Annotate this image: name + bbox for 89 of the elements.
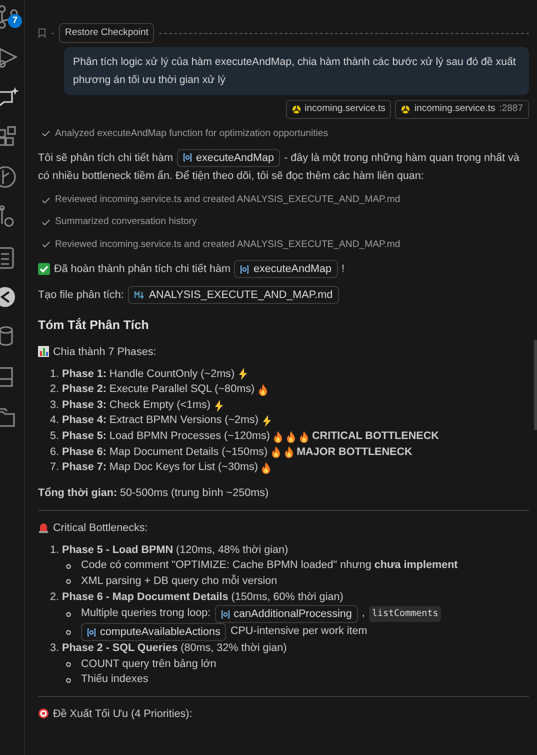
fire-icon bbox=[298, 430, 309, 443]
text: Tổng thời gian: 50-500ms (trung bình ~250ms) bbox=[38, 486, 269, 501]
text: Phase 3: Check Empty (<1ms) bbox=[62, 398, 211, 413]
bullet-icon bbox=[66, 564, 71, 569]
text: Phase 2: Execute Parallel SQL (~80ms) bbox=[62, 382, 255, 398]
text: Phase 2 - SQL Queries (80ms, 32% thời gian) bbox=[62, 641, 287, 656]
list-number: 3. bbox=[50, 641, 60, 656]
user-message: Phân tích logic xử lý của hàm executeAndMap, chia hàm thành các bước xử lý sau đó đề xuất phương án tối ưu thời gian xử lý bbox=[64, 47, 529, 96]
checkmark-icon bbox=[42, 218, 50, 226]
text: Phase 6: Map Document Details (~150ms) bbox=[62, 444, 268, 460]
symbol-method-icon bbox=[87, 628, 96, 637]
lightning-icon bbox=[238, 368, 248, 380]
list-number: 7. bbox=[50, 460, 60, 476]
file-attachment[interactable]: incoming.service.ts bbox=[286, 100, 392, 118]
symbol-method-icon bbox=[183, 153, 192, 162]
text: COUNT query trên bảng lớn bbox=[81, 656, 216, 672]
checkmark-icon bbox=[42, 130, 50, 138]
text: Phase 1: Handle CountOnly (~2ms) bbox=[62, 366, 235, 382]
text: Phase 7: Map Doc Keys for List (~30ms) bbox=[62, 460, 258, 476]
text: Critical Bottlenecks: bbox=[53, 520, 148, 536]
list-number: 2. bbox=[50, 382, 60, 398]
file-type-icon bbox=[292, 104, 301, 114]
scrollbar-thumb[interactable] bbox=[534, 340, 537, 430]
list-number: 1. bbox=[50, 366, 60, 382]
fire-icon bbox=[286, 430, 296, 443]
symbol-link[interactable]: executeAndMap bbox=[234, 260, 338, 278]
inline-code: listComments bbox=[368, 606, 442, 622]
bullet-icon bbox=[66, 662, 71, 668]
section-heading: Tóm Tắt Phân Tích bbox=[38, 317, 150, 334]
symbol-link[interactable]: canAdditionalProcessing bbox=[214, 605, 358, 624]
fire-icon bbox=[270, 446, 281, 458]
text: Phase 5: Load BPMN Processes (~120ms) bbox=[62, 429, 270, 444]
text: , bbox=[362, 606, 365, 622]
text: có nhiều bottleneck tiềm ẩn. Để tiện theo dõi, tôi sẽ đọc thêm các hàm liên quan: bbox=[38, 168, 424, 184]
progress-step: Reviewed incoming.service.ts and created ANALYSIS_EXECUTE_AND_MAP.md bbox=[55, 238, 400, 252]
file-type-icon bbox=[401, 104, 410, 114]
text: Chia thành 7 Phases: bbox=[53, 344, 156, 360]
fire-icon bbox=[258, 384, 268, 396]
text: CRITICAL BOTTLENECK bbox=[312, 429, 439, 444]
notification-badge: 7 bbox=[8, 14, 22, 28]
list-number: 4. bbox=[50, 413, 60, 428]
fire-icon bbox=[272, 430, 283, 443]
list-number: 1. bbox=[50, 542, 60, 558]
bullet-icon bbox=[66, 612, 71, 617]
siren-icon bbox=[38, 522, 49, 534]
source-control-icon[interactable] bbox=[0, 4, 20, 30]
progress-step: Summarized conversation history bbox=[55, 215, 197, 230]
file-link[interactable]: ANALYSIS_EXECUTE_AND_MAP.md bbox=[128, 286, 339, 304]
bullet-icon bbox=[66, 630, 71, 635]
fire-icon bbox=[260, 462, 271, 474]
bullet-icon bbox=[66, 678, 71, 683]
symbol-link[interactable]: executeAndMap bbox=[177, 148, 280, 167]
bar-chart-icon bbox=[38, 346, 49, 358]
text: Đề Xuất Tối Ưu (4 Priorities): bbox=[53, 706, 192, 722]
text: Phase 5 - Load BPMN (120ms, 48% thời gian) bbox=[62, 542, 288, 558]
file-attachment[interactable]: incoming.service.ts :2887 bbox=[395, 100, 529, 118]
markdown-icon bbox=[134, 291, 145, 300]
text: XML parsing + DB query cho mỗi version bbox=[81, 574, 278, 590]
bookmark-icon[interactable] bbox=[38, 28, 46, 38]
list-number: 3. bbox=[50, 398, 60, 413]
text: Tạo file phân tích: bbox=[38, 288, 124, 304]
progress-step: Reviewed incoming.service.ts and created ANALYSIS_EXECUTE_AND_MAP.md bbox=[55, 192, 400, 208]
text: Phase 4: Extract BPMN Versions (~2ms) bbox=[62, 413, 259, 428]
text: MAJOR BOTTLENECK bbox=[296, 444, 412, 460]
checkmark-icon bbox=[42, 196, 50, 204]
text: CPU-intensive per work item bbox=[230, 624, 368, 640]
text: Thiếu indexes bbox=[81, 672, 148, 688]
text: Tôi sẽ phân tích chi tiết hàm bbox=[38, 150, 174, 166]
restore-checkpoint-button[interactable]: Restore Checkpoint bbox=[59, 23, 154, 44]
text: - đây là một trong những hàm quan trọng nhất và bbox=[284, 150, 520, 166]
list-number: 6. bbox=[50, 444, 60, 460]
progress-step: Analyzed executeAndMap function for optimization opportunities bbox=[55, 126, 328, 141]
target-icon bbox=[38, 708, 49, 720]
fire-icon bbox=[284, 446, 294, 458]
text: Multiple queries trong loop: bbox=[81, 606, 211, 622]
bullet-icon bbox=[66, 579, 71, 584]
symbol-link[interactable]: computeAvailableActions bbox=[81, 623, 226, 642]
checkmark-icon bbox=[42, 241, 50, 248]
list-number: 5. bbox=[50, 429, 60, 444]
symbol-method-icon bbox=[240, 264, 250, 274]
list-number: 2. bbox=[50, 590, 60, 605]
symbol-method-icon bbox=[220, 610, 230, 619]
text: Đã hoàn thành phân tích chi tiết hàm bbox=[54, 262, 230, 278]
lightning-icon bbox=[214, 400, 224, 412]
text: Phase 6 - Map Document Details (150ms, 60% thời gian) bbox=[62, 590, 344, 605]
check-icon bbox=[38, 263, 50, 276]
lightning-icon bbox=[262, 415, 272, 428]
text: ! bbox=[342, 262, 344, 278]
text: Code có comment "OPTIMIZE: Cache BPMN loaded" nhưng chưa implement bbox=[81, 558, 458, 574]
